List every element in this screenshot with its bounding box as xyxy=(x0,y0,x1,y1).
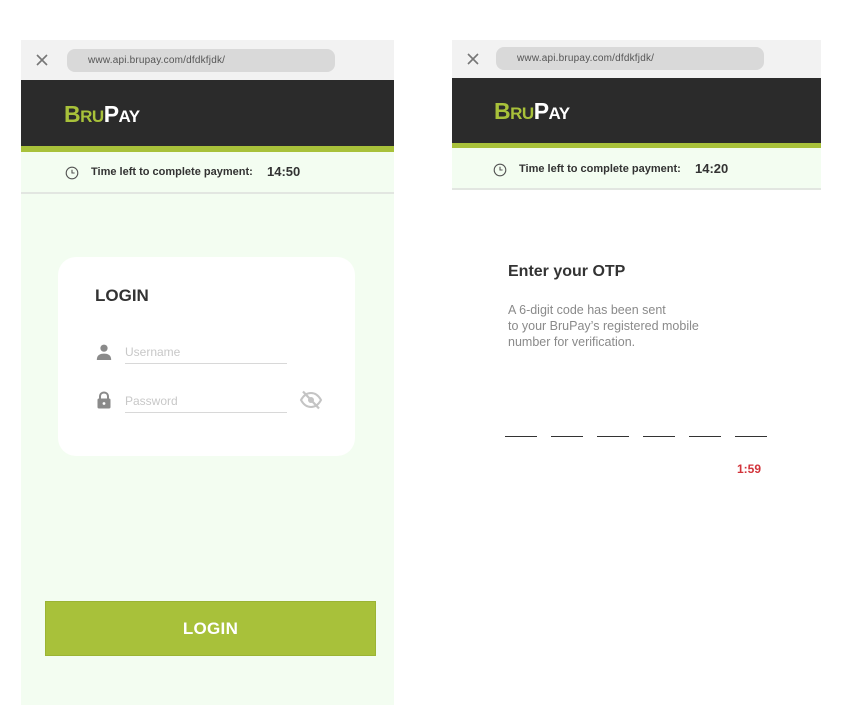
otp-description: A 6-digit code has been sent to your Bru… xyxy=(508,302,748,350)
app-header: BRUPAY xyxy=(21,80,394,152)
timer-label: Time left to complete payment: xyxy=(519,163,681,175)
brand-logo: BRUPAY xyxy=(494,98,570,124)
otp-digit-3[interactable] xyxy=(597,420,629,437)
login-screen: www.api.brupay.com/dfdkfjdk/ BRUPAY Time… xyxy=(21,40,394,705)
otp-title: Enter your OTP xyxy=(508,263,626,280)
otp-digit-5[interactable] xyxy=(689,420,721,437)
otp-countdown: 1:59 xyxy=(737,462,762,476)
brand-logo: BRUPAY xyxy=(64,101,140,127)
otp-description-line: number for verification. xyxy=(508,335,636,349)
payment-timer-bar: Time left to complete payment: 14:20 xyxy=(452,148,821,190)
otp-description-line: A 6-digit code has been sent xyxy=(508,303,666,317)
clock-icon xyxy=(65,166,79,180)
otp-digit-4[interactable] xyxy=(643,420,675,437)
login-button[interactable]: LOGIN xyxy=(45,601,376,656)
payment-timer-bar: Time left to complete payment: 14:50 xyxy=(21,152,394,194)
lock-icon xyxy=(97,391,111,409)
otp-description-line: to your BruPay’s registered mobile xyxy=(508,319,699,333)
close-icon[interactable] xyxy=(35,53,49,67)
close-icon[interactable] xyxy=(466,52,480,66)
password-input[interactable] xyxy=(125,390,287,413)
otp-digit-2[interactable] xyxy=(551,420,583,437)
otp-input-group xyxy=(505,420,767,438)
clock-icon xyxy=(493,163,507,177)
timer-value: 14:20 xyxy=(695,161,729,176)
timer-label: Time left to complete payment: xyxy=(91,166,253,178)
url-bar[interactable]: www.api.brupay.com/dfdkfjdk/ xyxy=(496,47,764,70)
app-header: BRUPAY xyxy=(452,78,821,148)
url-bar[interactable]: www.api.brupay.com/dfdkfjdk/ xyxy=(67,49,335,72)
browser-bar: www.api.brupay.com/dfdkfjdk/ xyxy=(21,40,394,80)
username-input[interactable] xyxy=(125,341,287,364)
eye-off-icon[interactable] xyxy=(299,390,323,410)
otp-screen: www.api.brupay.com/dfdkfjdk/ BRUPAY Time… xyxy=(452,40,821,705)
timer-value: 14:50 xyxy=(267,164,301,179)
browser-bar: www.api.brupay.com/dfdkfjdk/ xyxy=(452,40,821,78)
otp-digit-6[interactable] xyxy=(735,420,767,437)
login-title: LOGIN xyxy=(95,286,149,305)
login-card: LOGIN xyxy=(58,257,355,456)
person-icon xyxy=(96,344,112,360)
otp-digit-1[interactable] xyxy=(505,420,537,437)
